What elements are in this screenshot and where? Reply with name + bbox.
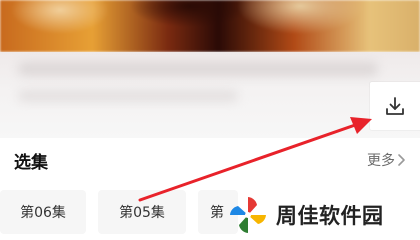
more-episodes-link[interactable]: 更多: [367, 150, 406, 170]
download-button[interactable]: [370, 82, 420, 130]
more-label: 更多: [367, 153, 395, 169]
episode-label: 第: [210, 205, 224, 221]
blurred-info-area: [0, 52, 420, 138]
episode-label: 第05集: [119, 205, 165, 221]
episodes-section-title: 选集: [14, 153, 48, 173]
video-thumbnail: [0, 0, 420, 52]
pinwheel-logo-icon: [230, 197, 266, 233]
chevron-right-icon: [398, 154, 405, 166]
watermark: 周佳软件园: [226, 190, 420, 240]
episode-chip-05[interactable]: 第05集: [98, 190, 186, 234]
episode-chip-06[interactable]: 第06集: [0, 190, 86, 234]
download-icon: [386, 97, 404, 115]
watermark-text: 周佳软件园: [276, 204, 384, 228]
episode-label: 第06集: [20, 205, 66, 221]
